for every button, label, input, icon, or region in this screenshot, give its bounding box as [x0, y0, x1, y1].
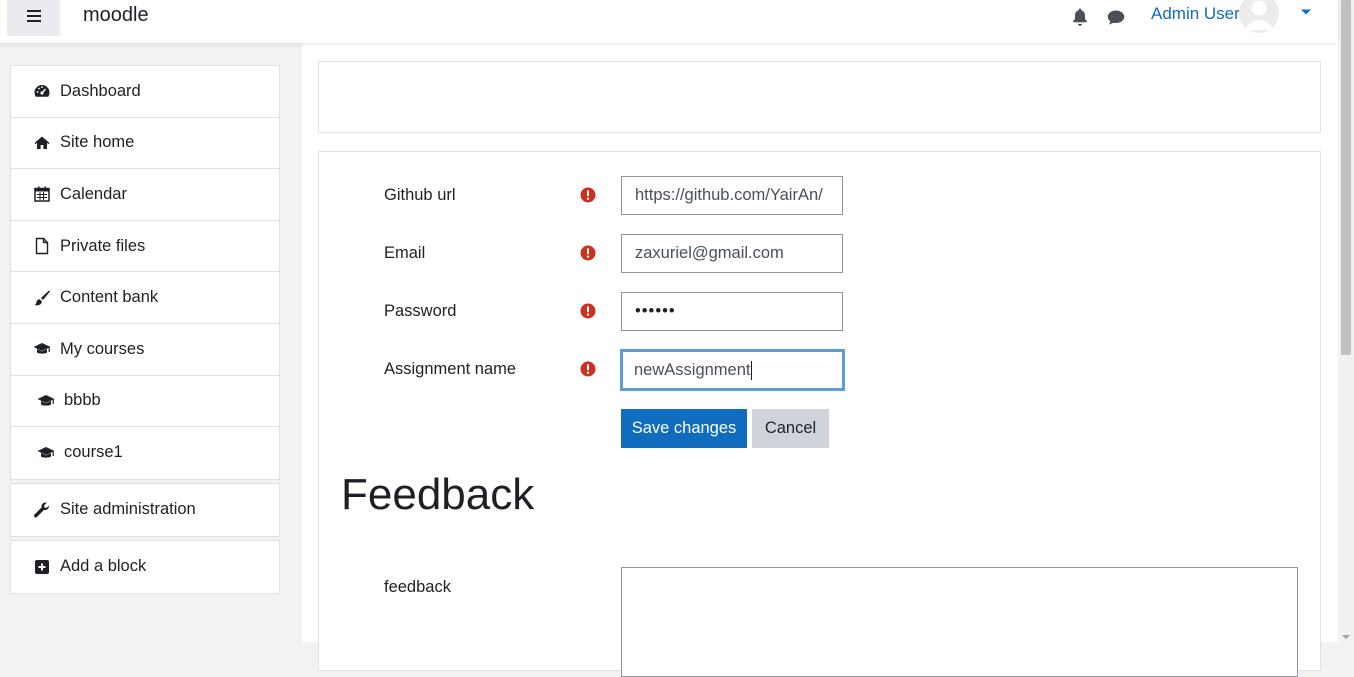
graduation-cap-icon — [33, 343, 51, 354]
sidebar-item-label: My courses — [60, 339, 145, 358]
file-icon — [35, 237, 49, 255]
github-url-label: Github url — [384, 186, 456, 204]
sidebar-item-course-bbbb[interactable]: bbbb — [11, 376, 279, 428]
sidebar-item-label: Site home — [60, 133, 135, 152]
sidebar-item-label: course1 — [64, 443, 123, 462]
assignment-name-label: Assignment name — [384, 360, 517, 378]
sidebar-item-private-files[interactable]: Private files — [11, 221, 279, 273]
assignment-name-field[interactable]: newAssignment — [620, 349, 845, 391]
scroll-down-arrow-icon[interactable] — [1342, 635, 1350, 639]
feedback-textarea[interactable] — [621, 567, 1298, 677]
github-url-field[interactable]: https://github.com/YairAn/ — [621, 176, 843, 215]
sidebar-item-label: Private files — [60, 236, 146, 255]
menu-toggle-button[interactable] — [7, 0, 60, 36]
sidebar-item-site-home[interactable]: Site home — [11, 118, 279, 170]
sidebar-item-content-bank[interactable]: Content bank — [11, 272, 279, 324]
chat-icon[interactable] — [1106, 9, 1126, 26]
nav-block-group: Add a block — [10, 540, 280, 594]
page-header-card — [318, 61, 1321, 133]
sidebar-item-label: Dashboard — [60, 81, 141, 100]
sidebar-item-label: Add a block — [60, 557, 147, 576]
sidebar-item-dashboard[interactable]: Dashboard — [11, 66, 279, 118]
text-cursor — [751, 361, 753, 381]
calendar-icon — [34, 186, 50, 203]
site-brand[interactable]: moodle — [83, 4, 149, 27]
email-field[interactable]: zaxuriel@gmail.com — [621, 234, 843, 273]
sidebar-item-course1[interactable]: course1 — [11, 427, 279, 479]
sidebar-item-calendar[interactable]: Calendar — [11, 169, 279, 221]
caret-down-icon[interactable] — [1300, 8, 1312, 16]
sidebar-item-label: Calendar — [60, 184, 127, 203]
sidebar-item-label: Content bank — [60, 288, 159, 307]
password-field[interactable]: •••••• — [621, 292, 843, 331]
page-scrollbar[interactable] — [1338, 0, 1354, 642]
nav-admin-group: Site administration — [10, 483, 280, 537]
save-changes-button[interactable]: Save changes — [621, 409, 747, 448]
home-icon — [34, 136, 50, 149]
graduation-cap-icon — [37, 446, 55, 458]
sidebar-item-my-courses[interactable]: My courses — [11, 324, 279, 376]
sidebar-item-label: Site administration — [60, 500, 196, 519]
top-navbar: moodle Admin User — [0, 0, 1338, 43]
sidebar-item-label: bbbb — [64, 391, 101, 410]
feedback-label: feedback — [384, 578, 451, 596]
user-avatar-icon — [1239, 0, 1279, 33]
cancel-button[interactable]: Cancel — [752, 409, 829, 448]
scrollbar-thumb[interactable] — [1341, 0, 1351, 355]
assignment-name-value: newAssignment — [634, 361, 751, 379]
exclamation-circle-icon — [580, 303, 596, 319]
hamburger-icon — [26, 7, 41, 25]
nav-main-group: Dashboard Site home Calendar Private fil… — [10, 65, 280, 480]
main-region: Github url https://github.com/YairAn/ Em… — [302, 43, 1338, 677]
feedback-heading: Feedback — [341, 470, 535, 519]
nav-drawer: Dashboard Site home Calendar Private fil… — [0, 43, 302, 642]
dashboard-icon — [34, 85, 50, 97]
wrench-icon — [33, 502, 50, 518]
plus-square-icon — [35, 559, 49, 574]
assignment-form-card: Github url https://github.com/YairAn/ Em… — [318, 151, 1321, 677]
sidebar-item-site-administration[interactable]: Site administration — [11, 484, 279, 536]
exclamation-circle-icon — [580, 187, 596, 203]
avatar[interactable] — [1239, 0, 1279, 33]
bell-icon[interactable] — [1071, 7, 1089, 27]
exclamation-circle-icon — [580, 361, 596, 377]
graduation-cap-icon — [37, 394, 55, 406]
user-menu-name[interactable]: Admin User — [1151, 4, 1240, 24]
email-label: Email — [384, 244, 426, 262]
paintbrush-icon — [34, 290, 50, 306]
exclamation-circle-icon — [580, 245, 596, 261]
sidebar-item-add-block[interactable]: Add a block — [11, 541, 279, 593]
password-label: Password — [384, 302, 457, 320]
